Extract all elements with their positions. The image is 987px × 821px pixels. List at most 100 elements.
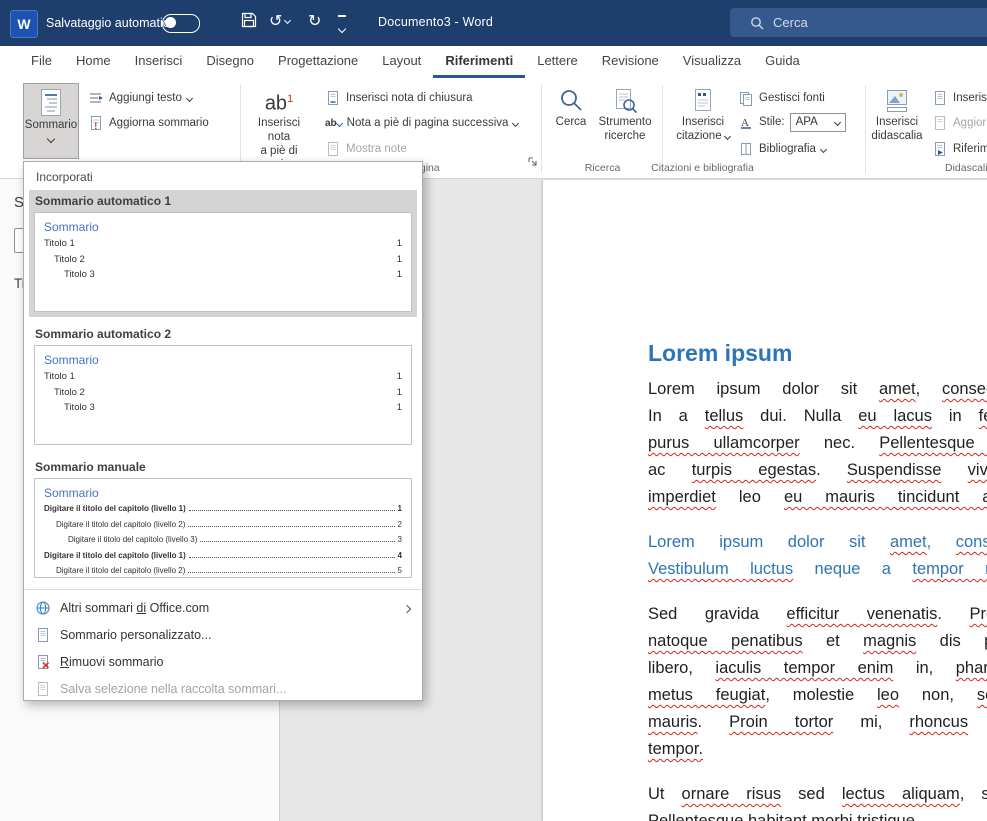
researcher-icon [612,87,638,115]
toc-gallery-item[interactable]: Sommario manuale Sommario Digitare il tito… [29,456,417,583]
tab-riferimenti[interactable]: Riferimenti [433,46,525,78]
inserisci-nota-pie-pagina-button[interactable]: ab1 Inserisci nota a piè di pagina [248,83,310,159]
aggiungi-testo-button[interactable]: Aggiungi testo [88,87,192,109]
tab-home[interactable]: Home [64,46,123,78]
inserisci-didascalia-button[interactable]: Inserisci didascalia [870,83,924,159]
update-table-figures-icon [932,115,948,131]
word-app-icon[interactable]: W [10,10,38,38]
insert-caption-label-2: didascalia [871,129,922,143]
menu-separator [25,589,421,590]
misspelled-text: turpis egestas [692,461,816,479]
search-box[interactable]: Cerca [730,8,987,37]
toc-preview-row: Titolo 11 [44,371,402,382]
bibliography-icon [738,141,754,157]
misspelled-text: tempor ma [912,560,987,578]
chevron-down-icon [834,118,841,125]
text-segment: dui. Nulla [743,407,858,425]
globe-icon [35,600,53,616]
menu-item-altri-sommari-office[interactable]: Altri sommari di Office.com [24,594,422,621]
toc-preview-heading: Sommario [44,353,402,367]
dialog-launcher-footnotes[interactable] [527,154,538,172]
inserisci-indice-figure-button[interactable]: Inserisci indice delle figure [932,87,987,109]
tab-layout[interactable]: Layout [370,46,433,78]
toc-preview-row: Titolo 31 [44,269,402,280]
bibliografia-button[interactable]: Bibliografia [738,138,826,160]
text-segment: leo [716,488,784,506]
text-segment: et [803,632,864,650]
inserisci-citazione-button[interactable]: Inserisci citazione [676,83,730,159]
gestisci-fonti-button[interactable]: Gestisci fonti [738,87,825,109]
endnote-icon [325,90,341,106]
menu-item-sommario-personalizzato[interactable]: Sommario personalizzato... [24,621,422,648]
document-body[interactable]: Lorem ipsum Lorem ipsum dolor sit amet, … [648,338,987,821]
toc-preview-row: Digitare il titolo del capitolo (livello… [44,520,402,529]
group-divider [541,85,542,173]
footnote-ab1-icon: ab1 [265,87,293,116]
mostra-note-button: Mostra note [325,138,407,160]
strumento-label-1: Strumento [598,115,651,129]
toc-gallery-item-title: Sommario automatico 2 [35,327,411,341]
tab-disegno[interactable]: Disegno [194,46,266,78]
misspelled-text: amet [879,380,916,398]
text-segment: . [698,713,730,731]
tab-file[interactable]: File [19,46,64,78]
misspelled-text: sem [977,686,987,704]
document-line: In a tellus dui. Nulla eu lacus in felis [648,403,987,430]
tab-inserisci[interactable]: Inserisci [123,46,195,78]
toc-gallery-item-title: Sommario manuale [35,460,411,474]
misspelled-text: tellus [705,407,744,425]
undo-chevron-icon[interactable] [284,17,291,24]
text-segment: sed [781,785,842,803]
misspelled-text: felis [979,407,987,425]
paragraph: Ut ornare risus sed lectus aliquam, sedP… [648,781,987,821]
misspelled-text: eu mauris tincidunt aliq [784,488,987,506]
misspelled-text: iaculis tempor enim [715,659,893,677]
tab-visualizza[interactable]: Visualizza [671,46,753,78]
toc-preview-row: Titolo 21 [44,387,402,398]
tab-lettere[interactable]: Lettere [525,46,589,78]
text-segment: , [927,533,956,551]
toggle-knob [165,17,176,28]
inserisci-nota-chiusura-button[interactable]: Inserisci nota di chiusura [325,87,473,109]
misspelled-text: consecte [942,380,987,398]
tab-guida[interactable]: Guida [753,46,812,78]
cerca-button[interactable]: Cerca [549,83,593,159]
text-segment: in [932,407,979,425]
misspelled-text: rhoncus [909,713,968,731]
toc-gallery-item[interactable]: Sommario automatico 1SommarioTitolo 11Ti… [29,190,417,317]
submenu-chevron-icon [404,601,410,615]
search-large-icon [558,87,584,115]
insert-citation-label-1: Inserisci [682,115,724,129]
text-segment: nec. [800,434,880,452]
misspelled-text: lectus aliquam [842,785,960,803]
add-text-icon [88,90,104,106]
customize-quick-access-icon[interactable] [338,15,346,37]
misspelled-text: Proin tortor [729,713,833,731]
document-line: tempor. [648,736,987,763]
toc-menu-caption: Incorporati [36,170,410,184]
aggiorna-sommario-button[interactable]: ! Aggiorna sommario [88,112,209,134]
text-segment: , molestie [765,686,877,704]
text-segment: Lorem ipsum dolor sit [648,533,890,551]
save-icon[interactable] [240,11,258,34]
text-segment: Pellentesque habitant morbi tristique [648,812,915,821]
redo-icon[interactable]: ↻ [308,12,321,32]
text-segment: Sed gravida [648,605,786,623]
sommario-button[interactable]: Sommario [23,83,79,159]
tab-progettazione[interactable]: Progettazione [266,46,370,78]
strumento-ricerche-button[interactable]: Strumento ricerche [598,83,652,159]
toc-preview-row: Digitare il titolo del capitolo (livello… [44,566,402,575]
tab-revisione[interactable]: Revisione [590,46,671,78]
style-select[interactable]: APA [790,113,846,132]
toc-preview-heading: Sommario [44,486,402,500]
riferimento-incrociato-button[interactable]: Riferimento incrociato [932,138,987,160]
ab-next-icon: ab [325,118,342,129]
style-icon: A [738,114,754,130]
undo-icon[interactable]: ↺ [269,12,290,32]
menu-item-rimuovi-sommario[interactable]: Rimuovi sommario [24,648,422,675]
nota-successiva-button[interactable]: ab Nota a piè di pagina successiva [325,112,518,134]
insert-table-figures-label: Inserisci indice delle figure [953,92,987,104]
autosave-toggle[interactable] [162,14,200,33]
doc-remove-icon [35,654,53,670]
toc-gallery-item[interactable]: Sommario automatico 2 Sommario Titolo 11 Ti… [29,323,417,450]
